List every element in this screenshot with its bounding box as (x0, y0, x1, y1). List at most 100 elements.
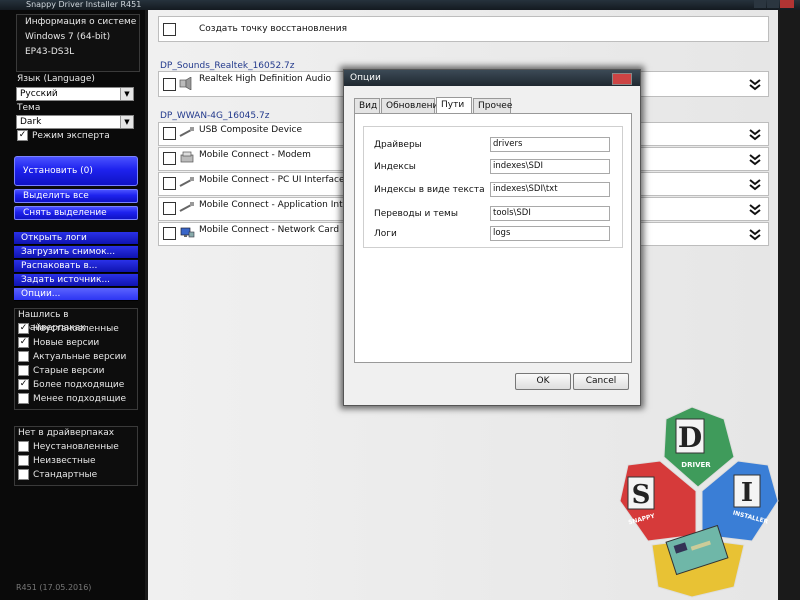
driver-checkbox[interactable] (163, 227, 176, 240)
driver-checkbox[interactable] (163, 127, 176, 140)
indexes-path-input[interactable]: indexes\SDI (490, 159, 610, 174)
menu-load-snapshot[interactable]: Загрузить снимок... (14, 246, 138, 259)
driver-checkbox[interactable] (163, 78, 176, 91)
paths-fields: Драйверы drivers Индексы indexes\SDI Инд… (363, 126, 623, 248)
theme-select[interactable]: Dark ▼ (16, 115, 134, 129)
filter-nf-not-installed[interactable]: Неустановленные (15, 440, 137, 454)
chevron-down-icon: ▼ (120, 116, 133, 128)
field-label: Переводы и темы (374, 209, 458, 219)
system-info-panel[interactable]: Информация о системе Windows 7 (64-bit) … (16, 14, 140, 72)
filter-better-match[interactable]: ✓ Более подходящие (15, 378, 137, 392)
deselect-button[interactable]: Снять выделение (14, 206, 138, 220)
themes-path-input[interactable]: tools\SDI (490, 206, 610, 221)
tab-paths[interactable]: Пути (436, 97, 472, 114)
filter-nf-unknown[interactable]: Неизвестные (15, 454, 137, 468)
driver-name: Mobile Connect - PC UI Interface (199, 175, 345, 185)
expert-mode-label: Режим эксперта (32, 131, 110, 141)
checkbox-icon (18, 455, 29, 466)
field-indexes: Индексы indexes\SDI (364, 159, 622, 175)
logo-word-driver: DRIVER (681, 461, 711, 469)
restore-point-checkbox[interactable] (163, 23, 176, 36)
filter-worse-match[interactable]: Менее подходящие (15, 392, 137, 406)
drivers-path-input[interactable]: drivers (490, 137, 610, 152)
filter-not-installed[interactable]: ✓ Неустановленные (15, 322, 137, 336)
expert-mode-checkbox[interactable]: ✓ Режим эксперта (17, 130, 110, 141)
driver-name: Realtek High Definition Audio (199, 74, 332, 84)
driver-checkbox[interactable] (163, 202, 176, 215)
field-label: Логи (374, 229, 397, 239)
tab-other[interactable]: Прочее (473, 98, 512, 113)
logo-letter-i: I (741, 478, 753, 508)
system-motherboard: EP43-DS3L (25, 47, 75, 57)
install-button[interactable]: Установить (0) (14, 156, 138, 186)
menu-set-source[interactable]: Задать источник... (14, 274, 138, 287)
checkbox-icon (18, 365, 29, 376)
filter-old-versions[interactable]: Старые версии (15, 364, 137, 378)
window-title: Snappy Driver Installer R451 (26, 0, 142, 9)
checkbox-icon (18, 469, 29, 480)
expand-chevron-icon[interactable] (748, 229, 762, 241)
menu-options[interactable]: Опции... (14, 288, 138, 301)
filter-label: Новые версии (33, 338, 100, 348)
filter-new-versions[interactable]: ✓ Новые версии (15, 336, 137, 350)
select-all-button[interactable]: Выделить все (14, 189, 138, 203)
ok-button[interactable]: OK (515, 373, 571, 390)
expand-chevron-icon[interactable] (748, 154, 762, 166)
restore-point-label: Создать точку восстановления (199, 24, 348, 34)
window-controls[interactable] (754, 0, 794, 9)
filter-current-versions[interactable]: Актуальные версии (15, 350, 137, 364)
filter-label: Актуальные версии (33, 352, 127, 362)
filter-label: Неустановленные (33, 442, 119, 452)
language-value: Русский (20, 89, 58, 99)
restore-point-row[interactable]: Создать точку восстановления (158, 16, 769, 42)
tab-updates[interactable]: Обновления (381, 98, 444, 113)
theme-label: Тема (17, 103, 41, 113)
notfound-filters-panel: Нет в драйверпаках Неустановленные Неизв… (14, 426, 138, 486)
usb-icon (179, 202, 194, 212)
menu-open-logs[interactable]: Открыть логи (14, 232, 138, 245)
expand-chevron-icon[interactable] (748, 129, 762, 141)
driver-name: USB Composite Device (199, 125, 303, 135)
driver-name: Mobile Connect - Modem (199, 150, 311, 160)
checkbox-checked-icon: ✓ (18, 379, 29, 390)
version-label: R451 (17.05.2016) (16, 583, 92, 592)
driverpack-name: DP_WWAN-4G_16045.7z (160, 111, 270, 121)
driver-checkbox[interactable] (163, 177, 176, 190)
cancel-button[interactable]: Cancel (573, 373, 629, 390)
expand-chevron-icon[interactable] (748, 179, 762, 191)
filter-label: Неизвестные (33, 456, 96, 466)
audio-icon (179, 77, 192, 90)
checkbox-icon (18, 393, 29, 404)
filter-nf-standard[interactable]: Стандартные (15, 468, 137, 482)
driver-checkbox[interactable] (163, 152, 176, 165)
logs-path-input[interactable]: logs (490, 226, 610, 241)
theme-value: Dark (20, 117, 42, 127)
checkbox-icon (18, 441, 29, 452)
found-filters-title: Нашлись в драйверпаках (18, 310, 86, 333)
tab-view[interactable]: Вид (354, 98, 380, 113)
dialog-title: Опции (350, 73, 381, 83)
expand-chevron-icon[interactable] (748, 79, 762, 91)
language-select[interactable]: Русский ▼ (16, 87, 134, 101)
indexes-text-path-input[interactable]: indexes\SDI\txt (490, 182, 610, 197)
sidebar: Информация о системе Windows 7 (64-bit) … (0, 10, 145, 600)
field-label: Индексы в виде текста (374, 185, 485, 195)
close-icon[interactable] (612, 73, 632, 85)
usb-icon (179, 177, 194, 187)
window-title-bar: Snappy Driver Installer R451 (0, 0, 800, 10)
checkbox-checked-icon: ✓ (17, 130, 28, 141)
filter-label: Более подходящие (33, 380, 125, 390)
driverpack-name: DP_Sounds_Realtek_16052.7z (160, 61, 295, 71)
modem-icon (180, 151, 194, 163)
found-filters-panel: Нашлись в драйверпаках ✓ Неустановленные … (14, 308, 138, 410)
language-label: Язык (Language) (17, 74, 95, 84)
filter-label: Старые версии (33, 366, 105, 376)
checkbox-checked-icon: ✓ (18, 337, 29, 348)
system-os: Windows 7 (64-bit) (25, 32, 111, 42)
field-themes: Переводы и темы tools\SDI (364, 206, 622, 222)
sdi-logo: D S I DRIVER SNAPPY INSTALLER (619, 406, 779, 598)
logo-letter-s: S (632, 480, 651, 510)
expand-chevron-icon[interactable] (748, 204, 762, 216)
field-indexes-text: Индексы в виде текста indexes\SDI\txt (364, 182, 622, 198)
menu-extract-to[interactable]: Распаковать в... (14, 260, 138, 273)
